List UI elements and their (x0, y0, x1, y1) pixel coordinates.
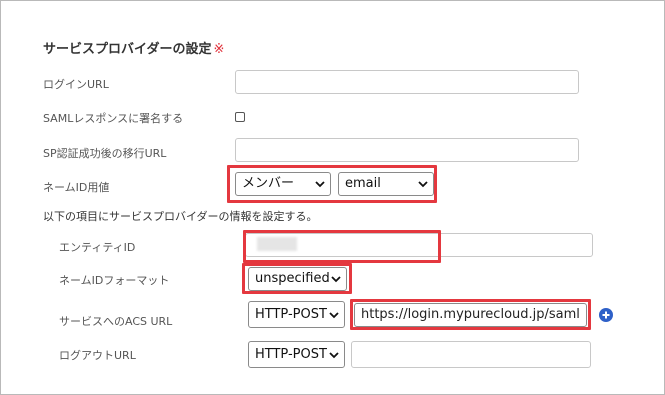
name-id-source-value: メンバー (242, 176, 295, 191)
logout-url-input[interactable] (351, 341, 591, 368)
entity-id-label: エンティティID (59, 241, 136, 254)
plus-circle-icon[interactable] (599, 308, 613, 322)
name-id-format-select[interactable]: unspecified (248, 267, 347, 291)
logout-binding-value: HTTP-POST (255, 347, 327, 362)
name-id-label: ネームID用値 (43, 181, 110, 194)
chevron-down-icon (331, 276, 341, 283)
acs-binding-select[interactable]: HTTP-POST (248, 301, 345, 328)
name-id-source-select[interactable]: メンバー (235, 172, 331, 196)
saml-sign-label: SAMLレスポンスに署名する (43, 112, 184, 125)
name-id-format-value: unspecified (255, 271, 330, 286)
sp-info-heading: 以下の項目にサービスプロバイダーの情報を設定する。 (43, 210, 318, 223)
section-title-text: サービスプロバイダーの設定 (43, 42, 212, 57)
chevron-down-icon (418, 181, 428, 188)
name-id-attribute-select[interactable]: email (338, 172, 434, 196)
name-id-format-label: ネームIDフォーマット (59, 274, 170, 287)
acs-url-input[interactable]: https://login.mypurecloud.jp/saml (354, 303, 587, 327)
saml-sign-checkbox[interactable] (235, 112, 245, 122)
entity-id-highlight (243, 230, 441, 263)
required-mark: ※ (213, 42, 225, 57)
sp-settings-panel: サービスプロバイダーの設定 ※ ログインURL SAMLレスポンスに署名する SP… (0, 0, 665, 395)
logout-binding-select[interactable]: HTTP-POST (248, 341, 345, 368)
login-url-input[interactable] (235, 70, 579, 94)
name-id-attribute-value: email (345, 176, 381, 191)
login-url-label: ログインURL (43, 78, 109, 91)
chevron-down-icon (329, 352, 339, 359)
acs-url-label: サービスへのACS URL (59, 315, 173, 328)
logout-url-label: ログアウトURL (59, 349, 136, 362)
acs-binding-value: HTTP-POST (255, 307, 327, 322)
sp-redirect-url-label: SP認証成功後の移行URL (43, 147, 167, 160)
chevron-down-icon (315, 181, 325, 188)
sp-redirect-url-input[interactable] (235, 138, 579, 162)
section-title: サービスプロバイダーの設定 ※ (43, 38, 224, 57)
chevron-down-icon (329, 312, 339, 319)
